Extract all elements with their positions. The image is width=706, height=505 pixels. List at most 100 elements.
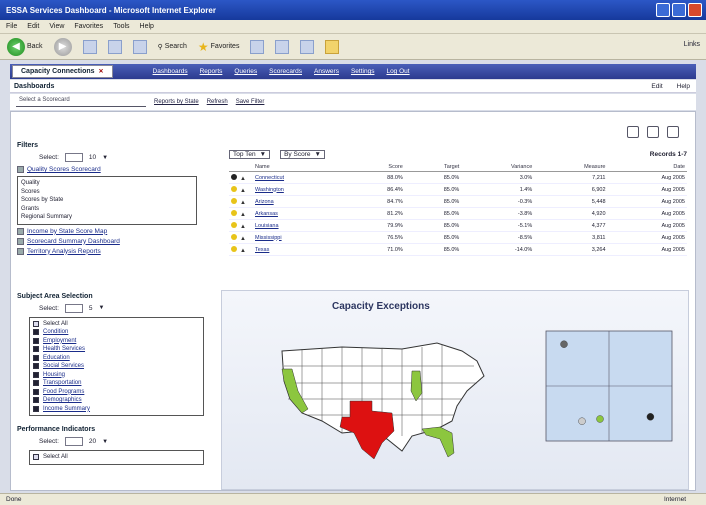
table-row[interactable]: ▲ Connecticut 88.0% 85.0% 3.0% 7,211 Aug 2005 (229, 171, 687, 184)
column-header-score[interactable]: Score (348, 163, 405, 172)
checkbox[interactable] (33, 380, 39, 387)
scorecard-select[interactable]: Select a Scorecard (16, 97, 146, 107)
list-item[interactable]: Food Programs (33, 388, 200, 397)
table-row[interactable]: ▲ Louisiana 79.9% 85.0% -5.1% 4,377 Aug 2005 (229, 219, 687, 232)
print-page-icon[interactable] (647, 126, 659, 138)
indicator-select-input[interactable] (64, 437, 83, 446)
chevron-down-icon[interactable]: ▼ (102, 155, 108, 161)
cell-name[interactable]: Arkansas (253, 207, 349, 220)
stop-button[interactable] (80, 37, 100, 57)
list-item[interactable]: Social Services (33, 362, 200, 371)
save-filter-link[interactable]: Save Filter (236, 99, 265, 105)
home-button[interactable] (130, 37, 150, 57)
tab-capacity-connections[interactable]: Capacity Connections ✕ (12, 65, 113, 78)
column-header-flag[interactable] (229, 163, 253, 172)
select-all-checkbox[interactable] (33, 454, 39, 461)
settings-icon[interactable] (667, 126, 679, 138)
list-item[interactable]: Transportation (33, 379, 200, 388)
menu-tools[interactable]: Tools (113, 23, 129, 30)
refresh-button[interactable] (105, 37, 125, 57)
table-row[interactable]: ▲ Mississippi 76.5% 85.0% -8.5% 3,811 Aug 2005 (229, 231, 687, 244)
edit-link[interactable]: Edit (651, 83, 662, 90)
help-link[interactable]: Help (677, 83, 690, 90)
maximize-button[interactable] (672, 3, 686, 17)
box-item[interactable]: Grants (21, 205, 193, 214)
list-item[interactable]: Housing (33, 371, 200, 380)
checkbox[interactable] (33, 354, 39, 361)
column-header-date[interactable]: Date (607, 163, 687, 172)
scatter-point[interactable] (646, 413, 655, 421)
column-header-measure[interactable]: Measure (534, 163, 608, 172)
scatter-point[interactable] (560, 340, 568, 348)
cell-name[interactable]: Connecticut (253, 171, 349, 184)
reports-by-state-link[interactable]: Reports by State (154, 99, 199, 105)
nav-link-logout[interactable]: Log Out (386, 68, 409, 75)
checkbox[interactable] (33, 346, 39, 353)
checkbox[interactable] (33, 397, 39, 404)
chevron-down-icon[interactable]: ▼ (102, 439, 108, 445)
checkbox[interactable] (33, 363, 39, 370)
list-item[interactable]: Employment (33, 337, 200, 346)
print-button[interactable] (297, 37, 317, 57)
cell-name[interactable]: Louisiana (253, 219, 349, 232)
nav-link-queries[interactable]: Queries (234, 68, 257, 75)
cell-name[interactable]: Arizona (253, 195, 349, 208)
nav-link-answers[interactable]: Answers (314, 68, 339, 75)
checkbox[interactable] (33, 329, 39, 336)
box-item[interactable]: Scores by State (21, 196, 193, 205)
subject-select-input[interactable] (64, 303, 83, 313)
box-item[interactable]: Scores (21, 188, 193, 197)
scatter-point[interactable] (596, 415, 604, 423)
forward-button[interactable]: ▶ (51, 37, 75, 57)
nav-link-scorecards[interactable]: Scorecards (269, 68, 302, 75)
list-item[interactable]: Condition (33, 328, 200, 337)
checkbox[interactable] (33, 388, 39, 395)
table-row[interactable]: ▲ Washington 86.4% 85.0% 1.4% 6,902 Aug 2005 (229, 183, 687, 196)
list-item[interactable]: Health Services (33, 345, 200, 354)
menu-edit[interactable]: Edit (27, 23, 39, 30)
favorites-button[interactable]: ★ Favorites (195, 37, 243, 57)
nav-link-reports[interactable]: Reports (200, 68, 223, 75)
sidebar-link-quality[interactable]: Quality Scores Scorecard (17, 166, 207, 173)
nav-link-settings[interactable]: Settings (351, 68, 375, 75)
select-all-checkbox[interactable] (33, 320, 39, 327)
column-header-variance[interactable]: Variance (461, 163, 535, 172)
checkbox[interactable] (33, 337, 39, 344)
list-item[interactable]: Education (33, 354, 200, 363)
list-header[interactable]: Select All (33, 453, 200, 462)
history-button[interactable] (247, 37, 267, 57)
folder-button[interactable] (322, 37, 342, 57)
chevron-down-icon[interactable]: ▼ (99, 305, 105, 311)
column-header-target[interactable]: Target (404, 163, 462, 172)
box-item[interactable]: Quality (21, 179, 193, 188)
table-row[interactable]: ▲ Texas 71.0% 85.0% -14.0% 3,264 Aug 2005 (229, 243, 687, 256)
nav-link-dashboards[interactable]: Dashboards (153, 68, 188, 75)
mail-button[interactable] (272, 37, 292, 57)
box-item[interactable]: Regional Summary (21, 213, 193, 222)
sort-dropdown[interactable]: By Score ▼ (280, 150, 325, 159)
filter-select-input[interactable] (64, 153, 83, 162)
state-florida[interactable] (421, 426, 455, 458)
search-button[interactable]: ⚲ Search (155, 37, 190, 57)
close-button[interactable] (688, 3, 702, 17)
menu-favorites[interactable]: Favorites (74, 23, 103, 30)
menu-help[interactable]: Help (140, 23, 154, 30)
sidebar-link-income-map[interactable]: Income by State Score Map (17, 227, 207, 235)
column-header-name[interactable]: Name (253, 163, 349, 172)
refresh-link[interactable]: Refresh (207, 99, 228, 105)
cell-name[interactable]: Mississippi (253, 231, 349, 244)
top-n-dropdown[interactable]: Top Ten ▼ (229, 150, 271, 159)
minimize-button[interactable] (656, 3, 670, 17)
close-tab-icon[interactable]: ✕ (99, 68, 104, 75)
links-label[interactable]: Links (684, 41, 700, 48)
menu-view[interactable]: View (49, 23, 64, 30)
list-item[interactable]: Income Summary (33, 405, 200, 414)
menu-file[interactable]: File (6, 23, 17, 30)
cell-name[interactable]: Texas (253, 243, 349, 256)
checkbox[interactable] (33, 405, 39, 412)
list-item[interactable]: Demographics (33, 396, 200, 405)
export-icon[interactable] (627, 126, 639, 138)
back-button[interactable]: ◀ Back (4, 37, 46, 57)
cell-name[interactable]: Washington (253, 183, 349, 196)
sidebar-link-territory[interactable]: Territory Analysis Reports (17, 247, 207, 255)
